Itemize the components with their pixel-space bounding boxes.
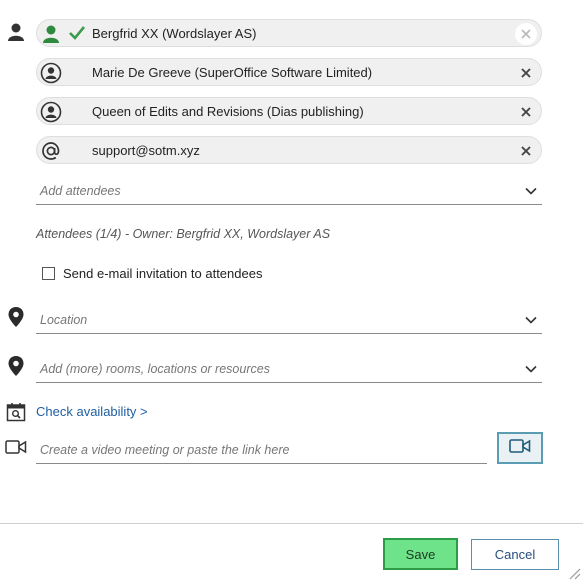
accepted-check-icon <box>68 24 86 47</box>
contact-icon <box>40 101 62 123</box>
person-icon <box>40 23 62 45</box>
video-meeting-input[interactable]: Create a video meeting or paste the link… <box>36 438 487 464</box>
remove-attendee-button[interactable] <box>515 140 537 162</box>
video-meeting-placeholder: Create a video meeting or paste the link… <box>40 443 290 457</box>
video-camera-icon <box>4 435 28 459</box>
attendee-name: Marie De Greeve (SuperOffice Software Li… <box>92 65 373 80</box>
attendee-chip: Bergfrid XX (Wordslayer AS) <box>36 19 542 47</box>
chevron-down-icon[interactable] <box>524 184 538 198</box>
remove-attendee-button[interactable] <box>515 101 537 123</box>
location-placeholder: Location <box>40 313 88 327</box>
create-video-meeting-button[interactable] <box>497 432 543 464</box>
location-pin-icon <box>4 305 28 329</box>
resources-input[interactable]: Add (more) rooms, locations or resources <box>36 357 542 383</box>
footer-divider <box>0 523 583 524</box>
attendees-info: Attendees (1/4) - Owner: Bergfrid XX, Wo… <box>36 227 331 241</box>
calendar-search-icon <box>4 400 28 424</box>
add-attendees-placeholder: Add attendees <box>40 184 121 198</box>
attendee-name: Queen of Edits and Revisions (Dias publi… <box>92 104 364 119</box>
check-availability-link[interactable]: Check availability > <box>36 404 148 419</box>
attendee-chip: support@sotm.xyz <box>36 136 542 164</box>
participants-icon <box>4 20 28 44</box>
resources-placeholder: Add (more) rooms, locations or resources <box>40 362 270 376</box>
attendee-name: Bergfrid XX (Wordslayer AS) <box>92 26 257 41</box>
send-invitation-checkbox[interactable] <box>42 266 55 280</box>
chevron-down-icon[interactable] <box>524 362 538 376</box>
save-button[interactable]: Save <box>383 538 458 570</box>
chevron-down-icon[interactable] <box>524 313 538 327</box>
attendee-chip: Marie De Greeve (SuperOffice Software Li… <box>36 58 542 86</box>
email-at-icon <box>40 140 62 162</box>
resize-grip-icon[interactable] <box>567 566 581 580</box>
contact-icon <box>40 62 62 84</box>
send-invitation-label: Send e-mail invitation to attendees <box>63 265 263 281</box>
send-invitation-row[interactable]: Send e-mail invitation to attendees <box>42 265 262 281</box>
attendee-email: support@sotm.xyz <box>92 143 200 158</box>
cancel-button[interactable]: Cancel <box>471 539 559 570</box>
video-camera-icon <box>509 438 531 459</box>
add-attendees-input[interactable]: Add attendees <box>36 179 542 205</box>
location-input[interactable]: Location <box>36 308 542 334</box>
remove-attendee-button[interactable] <box>515 62 537 84</box>
attendee-chip: Queen of Edits and Revisions (Dias publi… <box>36 97 542 125</box>
resource-pin-icon <box>4 354 28 378</box>
remove-attendee-button[interactable] <box>515 23 537 45</box>
